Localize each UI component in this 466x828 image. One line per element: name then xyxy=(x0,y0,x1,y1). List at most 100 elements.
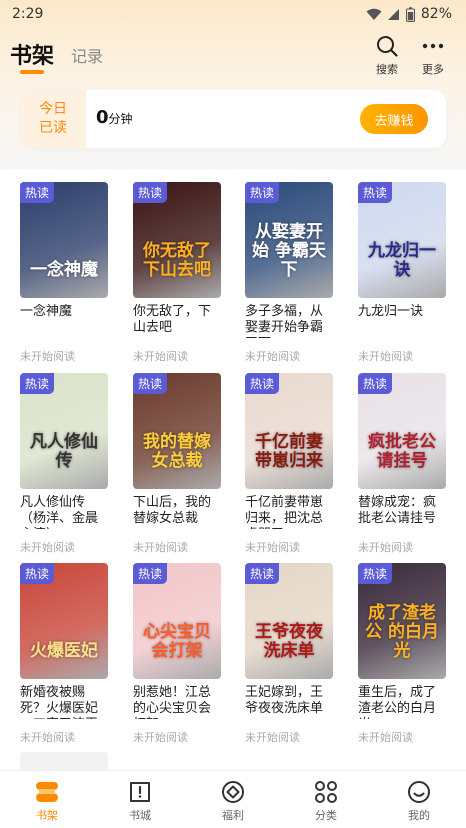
book-cover[interactable]: 热读 火爆医妃 xyxy=(20,563,108,679)
reading-stats-card: 今日 已读 0分钟 去赚钱 xyxy=(20,90,446,148)
book-title[interactable]: 下山后，我的替嫁女总裁 xyxy=(133,495,221,529)
reading-status: 未开始阅读 xyxy=(358,350,413,363)
book-item[interactable]: 热读成了渣老公 的白月光重生后，成了渣老公的白月光未开始阅读 xyxy=(358,563,446,745)
hot-read-badge: 热读 xyxy=(245,563,280,584)
profile-smile-icon xyxy=(408,781,430,803)
cover-title-art: 疯批老公 请挂号 xyxy=(368,432,436,471)
hot-read-badge: 热读 xyxy=(358,563,393,584)
more-label: 更多 xyxy=(422,63,444,76)
book-cover[interactable]: 热读 心尖宝贝 会打架 xyxy=(133,563,221,679)
cover-title-art: 王爷夜夜 洗床单 xyxy=(255,622,323,661)
nav-label: 分类 xyxy=(315,809,337,822)
book-item[interactable]: 热读 一念神魔 一念神魔 未开始阅读 xyxy=(20,182,108,364)
bookshelf-icon xyxy=(36,782,58,802)
cover-title-art: 从娶妻开始 争霸天下 xyxy=(252,222,326,280)
book-icon xyxy=(130,782,150,802)
today-label-line1: 今日 xyxy=(39,101,67,117)
nav-bookstore[interactable]: 书城 xyxy=(110,779,170,823)
book-cover[interactable]: 热读凡人修仙传 xyxy=(20,373,108,489)
cover-title-art: 你无敌了 下山去吧 xyxy=(143,241,211,280)
read-minutes-unit: 分钟 xyxy=(108,112,133,126)
reading-status: 未开始阅读 xyxy=(20,541,75,554)
active-tab-indicator xyxy=(20,70,44,74)
reading-status: 未开始阅读 xyxy=(245,731,300,744)
hot-read-badge: 热读 xyxy=(20,373,55,394)
book-title[interactable]: 凡人修仙传（杨洋、金晨主演） xyxy=(20,495,108,529)
book-item[interactable]: 热读火爆医妃新婚夜被赐死？火爆医妃一刀宰了渣王未开始阅读 xyxy=(20,563,108,745)
book-title[interactable]: 别惹她！江总的心尖宝贝会打架 xyxy=(133,685,221,719)
status-time: 2:29 xyxy=(12,6,44,22)
wifi-icon xyxy=(366,8,382,20)
today-label-line2: 已读 xyxy=(39,120,67,136)
book-cover[interactable]: 热读一念神魔 xyxy=(20,182,108,298)
cover-title-art: 成了渣老公 的白月光 xyxy=(365,603,439,661)
tab-bookshelf[interactable]: 书架 xyxy=(10,38,54,70)
hot-read-badge: 热读 xyxy=(20,182,55,203)
book-item[interactable]: 热读 我的替嫁 女总裁下山后，我的替嫁女总裁未开始阅读 xyxy=(133,373,221,555)
book-cover[interactable]: 热读你无敌了 下山去吧 xyxy=(133,182,221,298)
book-title[interactable]: 九龙归一诀 xyxy=(358,304,446,338)
add-book-slot[interactable] xyxy=(20,752,108,772)
hot-read-badge: 热读 xyxy=(133,182,168,203)
book-cover[interactable]: 热读 从娶妻开始 争霸天下 xyxy=(245,182,333,298)
tab-record[interactable]: 记录 xyxy=(71,43,103,67)
earn-money-button[interactable]: 去赚钱 xyxy=(360,104,428,134)
status-icons: 82% xyxy=(366,6,452,22)
reading-status: 未开始阅读 xyxy=(245,350,300,363)
book-cover[interactable]: 热读疯批老公 请挂号 xyxy=(358,373,446,489)
nav-profile[interactable]: 我的 xyxy=(389,779,449,823)
more-dots-icon xyxy=(422,43,444,49)
reading-status: 未开始阅读 xyxy=(133,541,188,554)
nav-category[interactable]: 分类 xyxy=(296,779,356,823)
book-cover[interactable]: 热读成了渣老公 的白月光 xyxy=(358,563,446,679)
reading-status: 未开始阅读 xyxy=(20,731,75,744)
cover-title-art: 千亿前妻 带崽归来 xyxy=(255,432,323,471)
search-label: 搜索 xyxy=(376,63,398,76)
book-item[interactable]: 热读从娶妻开始 争霸天下多子多福，从娶妻开始争霸天下未开始阅读 xyxy=(245,182,333,364)
book-title[interactable]: 重生后，成了渣老公的白月光 xyxy=(358,685,446,719)
reading-status: 未开始阅读 xyxy=(20,350,75,363)
top-header: 书架 记录 搜索 更多 xyxy=(0,32,466,78)
nav-bookshelf[interactable]: 书架 xyxy=(17,779,77,823)
reading-status: 未开始阅读 xyxy=(245,541,300,554)
reading-status: 未开始阅读 xyxy=(358,731,413,744)
book-item[interactable]: 热读 疯批老公 请挂号 替嫁成宠：疯批老公请挂号 未开始阅读 xyxy=(358,373,446,555)
book-title[interactable]: 王妃嫁到，王爷夜夜洗床单 xyxy=(245,685,333,719)
reading-status: 未开始阅读 xyxy=(133,731,188,744)
search-button[interactable]: 搜索 xyxy=(367,34,407,77)
book-title[interactable]: 千亿前妻带崽归来，把沈总虐哭了 xyxy=(245,495,333,529)
hot-read-badge: 热读 xyxy=(358,373,393,394)
cover-title-art: 火爆医妃 xyxy=(30,641,98,661)
nav-label: 书城 xyxy=(129,809,151,822)
book-item[interactable]: 热读 九龙归一诀九龙归一诀未开始阅读 xyxy=(358,182,446,364)
book-title[interactable]: 多子多福，从娶妻开始争霸天下 xyxy=(245,304,333,338)
book-item[interactable]: 热读王爷夜夜 洗床单王妃嫁到，王爷夜夜洗床单未开始阅读 xyxy=(245,563,333,745)
book-item[interactable]: 热读心尖宝贝 会打架别惹她！江总的心尖宝贝会打架未开始阅读 xyxy=(133,563,221,745)
cover-title-art: 凡人修仙传 xyxy=(30,432,98,471)
nav-label: 我的 xyxy=(408,809,430,822)
more-button[interactable]: 更多 xyxy=(413,34,453,77)
book-cover[interactable]: 热读 千亿前妻 带崽归来 xyxy=(245,373,333,489)
welfare-icon xyxy=(222,781,244,803)
book-title[interactable]: 新婚夜被赐死？火爆医妃一刀宰了渣王 xyxy=(20,685,108,719)
book-cover[interactable]: 热读王爷夜夜 洗床单 xyxy=(245,563,333,679)
hot-read-badge: 热读 xyxy=(133,373,168,394)
nav-label: 福利 xyxy=(222,809,244,822)
search-icon xyxy=(377,36,398,57)
book-cover[interactable]: 热读 我的替嫁 女总裁 xyxy=(133,373,221,489)
nav-label: 书架 xyxy=(36,809,58,822)
today-read-badge: 今日 已读 xyxy=(20,90,86,148)
bottom-nav: 书架 书城 福利 分类 我的 xyxy=(0,770,466,828)
nav-welfare[interactable]: 福利 xyxy=(203,779,263,823)
status-bar: 2:29 82% xyxy=(0,0,466,28)
book-cover[interactable]: 热读 九龙归一诀 xyxy=(358,182,446,298)
book-title[interactable]: 替嫁成宠：疯批老公请挂号 xyxy=(358,495,446,529)
cover-title-art: 一念神魔 xyxy=(30,260,98,280)
book-title[interactable]: 你无敌了，下山去吧 xyxy=(133,304,221,338)
book-item[interactable]: 热读凡人修仙传凡人修仙传（杨洋、金晨主演） 未开始阅读 xyxy=(20,373,108,555)
book-item[interactable]: 热读你无敌了 下山去吧你无敌了，下山去吧未开始阅读 xyxy=(133,182,221,364)
book-item[interactable]: 热读千亿前妻 带崽归来千亿前妻带崽归来，把沈总虐哭了未开始阅读 xyxy=(245,373,333,555)
book-title[interactable]: 一念神魔 xyxy=(20,304,108,338)
reading-status: 未开始阅读 xyxy=(133,350,188,363)
category-grid-icon xyxy=(315,781,337,803)
